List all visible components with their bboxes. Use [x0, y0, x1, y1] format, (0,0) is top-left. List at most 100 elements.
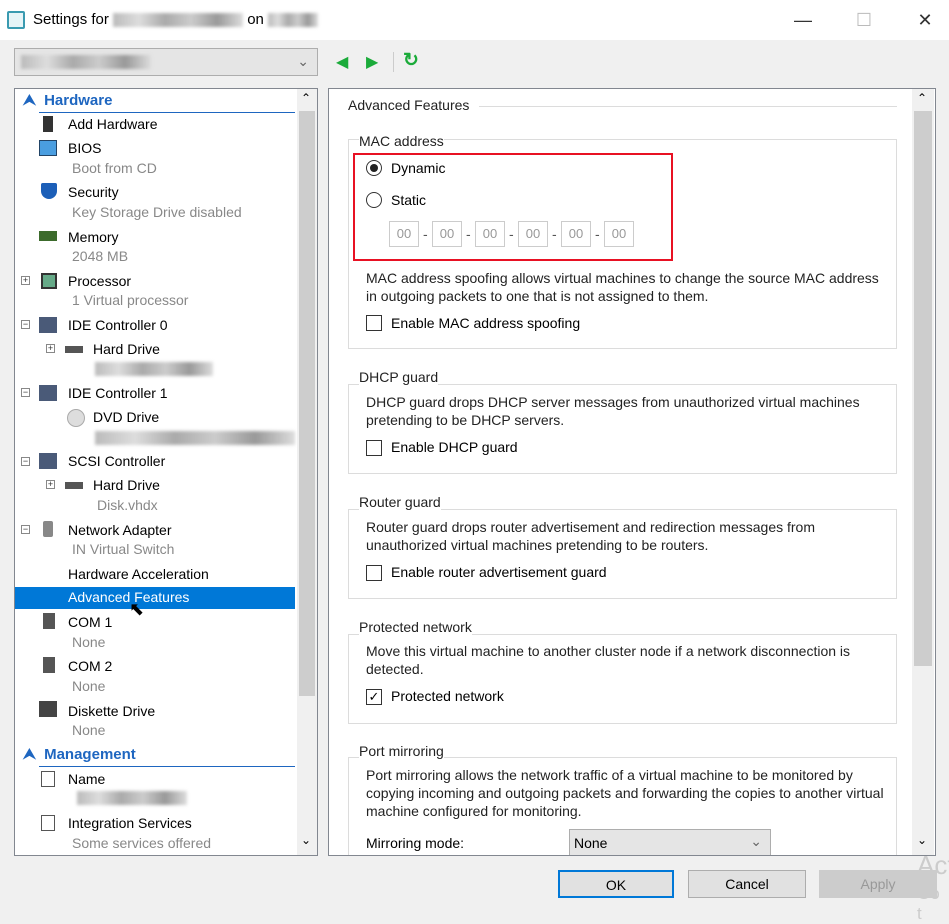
panel-title: Advanced Features — [348, 97, 470, 113]
mac-spoofing-checkbox[interactable] — [366, 315, 382, 331]
tree-item-com1[interactable]: COM 1 — [68, 612, 112, 632]
title-bar: Settings for on — ☐ ✕ — [0, 0, 949, 40]
collapse-icon[interactable]: − — [21, 457, 30, 466]
collapse-icon[interactable]: − — [21, 525, 30, 534]
management-section-header[interactable]: ⮝ Management — [23, 745, 136, 765]
add-hardware-icon — [43, 116, 53, 132]
mirroring-mode-select[interactable]: None ⌄ — [569, 829, 771, 855]
mac-octet-5[interactable]: 00 — [561, 221, 591, 247]
tree-item-security[interactable]: Security — [68, 182, 119, 202]
collapse-icon[interactable]: − — [21, 388, 30, 397]
cancel-button[interactable]: Cancel — [688, 870, 806, 898]
maximize-button[interactable]: ☐ — [849, 8, 879, 32]
toolbar-divider — [393, 52, 394, 72]
mirroring-mode-label: Mirroring mode: — [366, 835, 465, 851]
router-guard-label[interactable]: Enable router advertisement guard — [391, 564, 607, 580]
tree-item-diskette-drive[interactable]: Diskette Drive — [68, 701, 155, 721]
tree-item-dvd-drive[interactable]: DVD Drive — [93, 407, 159, 427]
tree-item-hard-drive-ide[interactable]: Hard Drive — [93, 339, 160, 359]
processor-icon — [41, 273, 57, 289]
settings-app-icon — [7, 11, 25, 29]
network-adapter-detail: IN Virtual Switch — [72, 541, 175, 557]
back-button[interactable]: ◀ — [336, 52, 348, 72]
expand-icon[interactable]: + — [21, 276, 30, 285]
scroll-down-icon[interactable]: ⌄ — [917, 833, 927, 847]
scroll-up-icon[interactable]: ⌃ — [917, 91, 927, 105]
dhcp-guard-label[interactable]: Enable DHCP guard — [391, 439, 518, 455]
panel-scrollbar[interactable]: ⌃ ⌄ — [912, 89, 934, 855]
window-title: Settings for on — [33, 11, 319, 28]
router-guard-title: Router guard — [359, 494, 441, 510]
com-port-icon — [43, 657, 55, 673]
tree-scrollbar[interactable]: ⌃ ⌄ — [297, 89, 317, 855]
expand-icon[interactable]: + — [46, 480, 55, 489]
tree-item-com2[interactable]: COM 2 — [68, 656, 112, 676]
tree-item-network-adapter[interactable]: Network Adapter — [68, 520, 172, 540]
tree-item-ide-controller-1[interactable]: IDE Controller 1 — [68, 383, 168, 403]
memory-icon — [39, 231, 57, 241]
refresh-button[interactable]: ↻ — [403, 49, 419, 72]
panel-scroll-thumb[interactable] — [914, 111, 932, 666]
collapse-icon: ⮝ — [23, 92, 40, 109]
dynamic-mac-radio[interactable] — [366, 160, 382, 176]
title-mid: on — [247, 11, 264, 28]
dvd-icon — [67, 409, 85, 427]
mouse-cursor-icon: ⬉ — [129, 599, 145, 619]
hard-drive-detail: Disk.vhdx — [97, 497, 158, 513]
security-detail: Key Storage Drive disabled — [72, 204, 242, 220]
static-mac-label[interactable]: Static — [391, 192, 426, 208]
expand-icon[interactable]: + — [46, 344, 55, 353]
dhcp-guard-title: DHCP guard — [359, 369, 439, 385]
integration-services-detail: Some services offered — [72, 835, 212, 851]
tree-item-ide-controller-0[interactable]: IDE Controller 0 — [68, 315, 168, 335]
tree-item-processor[interactable]: Processor — [68, 271, 131, 291]
title-divider — [479, 106, 897, 107]
tree-item-integration-services[interactable]: Integration Services — [68, 813, 192, 833]
vm-selector-dropdown[interactable]: ⌄ — [14, 48, 318, 76]
tree-item-name[interactable]: Name — [68, 769, 105, 789]
hardware-section-header[interactable]: ⮝ Hardware — [23, 91, 112, 111]
mac-separator: - — [552, 226, 557, 242]
bios-icon — [39, 140, 57, 156]
mac-address-title: MAC address — [359, 133, 444, 149]
tree-item-add-hardware[interactable]: Add Hardware — [68, 114, 158, 134]
protected-network-description: Move this virtual machine to another clu… — [366, 643, 851, 677]
protected-network-label[interactable]: Protected network — [391, 688, 504, 704]
dynamic-mac-label[interactable]: Dynamic — [391, 160, 445, 176]
processor-detail: 1 Virtual processor — [72, 292, 189, 308]
com-port-icon — [43, 613, 55, 629]
router-guard-checkbox[interactable] — [366, 565, 382, 581]
mac-octet-4[interactable]: 00 — [518, 221, 548, 247]
dhcp-guard-description: DHCP guard drops DHCP server messages fr… — [366, 394, 860, 428]
tree-item-hard-drive-scsi[interactable]: Hard Drive — [93, 475, 160, 495]
diskette-icon — [39, 701, 57, 717]
scroll-up-icon[interactable]: ⌃ — [301, 91, 311, 105]
tree-item-bios[interactable]: BIOS — [68, 138, 101, 158]
ok-button[interactable]: OK — [558, 870, 674, 898]
tree-item-hardware-acceleration[interactable]: Hardware Acceleration — [68, 564, 209, 584]
static-mac-radio[interactable] — [366, 192, 382, 208]
scroll-down-icon[interactable]: ⌄ — [301, 833, 311, 847]
mac-octet-2[interactable]: 00 — [432, 221, 462, 247]
close-button[interactable]: ✕ — [910, 8, 940, 32]
tree-item-scsi-controller[interactable]: SCSI Controller — [68, 451, 165, 471]
mac-octet-3[interactable]: 00 — [475, 221, 505, 247]
com2-detail: None — [72, 678, 106, 694]
minimize-button[interactable]: — — [788, 8, 818, 32]
settings-tree: ⮝ Hardware Add Hardware BIOS Boot from C… — [14, 88, 318, 856]
mac-octet-1[interactable]: 00 — [389, 221, 419, 247]
ide-controller-icon — [39, 317, 57, 333]
vm-name-redacted — [77, 791, 187, 805]
collapse-icon[interactable]: − — [21, 320, 30, 329]
mac-spoofing-label[interactable]: Enable MAC address spoofing — [391, 315, 580, 331]
tree-item-advanced-features[interactable]: Advanced Features — [15, 587, 295, 609]
mac-separator: - — [595, 226, 600, 242]
tree-item-memory[interactable]: Memory — [68, 227, 119, 247]
collapse-icon: ⮝ — [23, 746, 40, 763]
mac-spoofing-description: MAC address spoofing allows virtual mach… — [366, 270, 879, 304]
forward-button[interactable]: ▶ — [366, 52, 378, 72]
tree-scroll-thumb[interactable] — [299, 111, 315, 696]
protected-network-checkbox[interactable]: ✓ — [366, 689, 382, 705]
dhcp-guard-checkbox[interactable] — [366, 440, 382, 456]
mac-octet-6[interactable]: 00 — [604, 221, 634, 247]
